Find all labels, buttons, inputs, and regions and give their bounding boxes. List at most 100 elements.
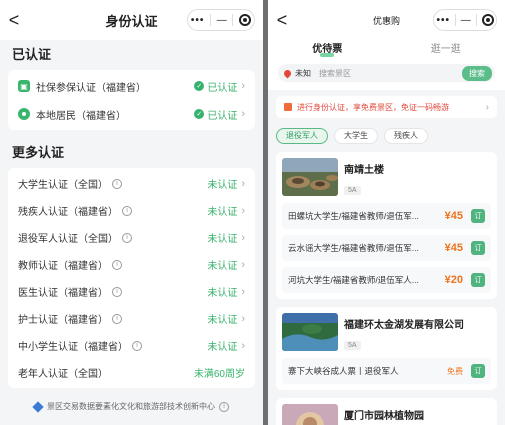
status-text: 未认证 bbox=[207, 315, 238, 326]
venue-name: 福建环太金湖发展有限公司 bbox=[344, 320, 464, 331]
info-icon[interactable]: i bbox=[112, 286, 122, 297]
venue-photo bbox=[282, 158, 338, 196]
chevron-right-icon: › bbox=[485, 101, 489, 113]
ticket-price: ¥20 bbox=[444, 274, 463, 286]
ticket-price: ¥45 bbox=[444, 210, 463, 222]
book-button[interactable]: 订 bbox=[471, 209, 485, 223]
status-text: 未认证 bbox=[207, 288, 238, 299]
minimize-icon[interactable]: — bbox=[461, 15, 471, 26]
status-text: 未认证 bbox=[207, 207, 238, 218]
status-text: 已认证 bbox=[207, 110, 238, 122]
ticket-name: 寨下大峡谷成人票丨退役军人 bbox=[288, 366, 399, 376]
venue-photo bbox=[282, 313, 338, 351]
back-button[interactable]: < bbox=[0, 10, 28, 31]
verify-item-disabled[interactable]: 残疾人认证（福建省） i 未认证 › bbox=[8, 197, 255, 224]
search-area: 未知 搜索景区 搜索 bbox=[268, 60, 505, 90]
id-card-icon: ▣ bbox=[18, 80, 30, 92]
search-input[interactable]: 搜索景区 bbox=[319, 68, 462, 79]
venue-card[interactable]: 厦门市园林植物园 bbox=[276, 398, 497, 425]
minimize-icon[interactable]: — bbox=[217, 15, 227, 26]
verified-item-local-resident[interactable]: 本地居民（福建省） ✓ 已认证 › bbox=[8, 100, 255, 128]
chevron-right-icon: › bbox=[241, 339, 245, 352]
megaphone-icon bbox=[284, 103, 292, 111]
item-label: 残疾人认证（福建省） bbox=[18, 207, 118, 218]
info-icon[interactable]: i bbox=[112, 313, 122, 324]
status-text: 未认证 bbox=[207, 180, 238, 191]
venue-card[interactable]: 南靖土楼 5A 田螺坑大学生/福建省教师/退伍军... ¥45 订 云水谣大学生… bbox=[276, 152, 497, 299]
book-button[interactable]: 订 bbox=[471, 364, 485, 378]
book-button[interactable]: 订 bbox=[471, 273, 485, 287]
verify-item-veteran[interactable]: 退役军人认证（全国） i 未认证 › bbox=[8, 224, 255, 251]
chip-veteran[interactable]: 退役军人 bbox=[276, 128, 328, 144]
close-miniprogram-icon[interactable] bbox=[239, 14, 252, 26]
venue-photo bbox=[282, 404, 338, 425]
verify-item-nurse[interactable]: 护士认证（福建省） i 未认证 › bbox=[8, 305, 255, 332]
chevron-right-icon: › bbox=[241, 258, 245, 271]
ticket-name: 河坑大学生/福建省教师/退伍军人... bbox=[288, 275, 419, 285]
chevron-right-icon: › bbox=[241, 285, 245, 298]
chip-disabled[interactable]: 残疾人 bbox=[384, 128, 428, 144]
info-icon[interactable]: i bbox=[122, 232, 132, 243]
ticket-row[interactable]: 田螺坑大学生/福建省教师/退伍军... ¥45 订 bbox=[282, 203, 491, 229]
venue-card[interactable]: 福建环太金湖发展有限公司 5A 寨下大峡谷成人票丨退役军人 免费 订 bbox=[276, 307, 497, 390]
chevron-right-icon: › bbox=[241, 231, 245, 244]
venue-grade-badge: 5A bbox=[344, 186, 361, 195]
venue-name: 南靖土楼 bbox=[344, 165, 384, 176]
item-label: 本地居民（福建省） bbox=[36, 110, 126, 122]
info-icon[interactable]: i bbox=[112, 178, 122, 189]
verify-item-school-student[interactable]: 中小学生认证（福建省） i 未认证 › bbox=[8, 332, 255, 359]
item-label: 医生认证（福建省） bbox=[18, 288, 108, 299]
info-icon[interactable]: i bbox=[219, 401, 229, 412]
tab-browse[interactable]: 逛一逛 bbox=[387, 40, 505, 55]
ticket-name: 田螺坑大学生/福建省教师/退伍军... bbox=[288, 211, 419, 221]
tab-discount-tickets[interactable]: 优待票 bbox=[268, 40, 387, 57]
ticket-row[interactable]: 云水谣大学生/福建省教师/退伍军... ¥45 订 bbox=[282, 235, 491, 261]
verified-list: ▣ 社保参保认证（福建省） ✓ 已认证 › 本地居民（福建省） ✓ 已认证 › bbox=[8, 70, 255, 130]
info-icon[interactable]: i bbox=[112, 259, 122, 270]
verify-item-doctor[interactable]: 医生认证（福建省） i 未认证 › bbox=[8, 278, 255, 305]
more-menu-icon[interactable]: ••• bbox=[191, 15, 205, 26]
more-menu-icon[interactable]: ••• bbox=[436, 15, 450, 26]
mini-program-capsule: ••• — bbox=[433, 9, 497, 31]
close-miniprogram-icon[interactable] bbox=[481, 14, 494, 26]
verified-item-social-security[interactable]: ▣ 社保参保认证（福建省） ✓ 已认证 › bbox=[8, 72, 255, 100]
search-bar: 未知 搜索景区 搜索 bbox=[278, 64, 495, 82]
verify-item-teacher[interactable]: 教师认证（福建省） i 未认证 › bbox=[8, 251, 255, 278]
filter-chips: 退役军人 大学生 残疾人 bbox=[268, 118, 505, 144]
status-text: 未认证 bbox=[207, 234, 238, 245]
check-icon: ✓ bbox=[194, 109, 205, 119]
search-button[interactable]: 搜索 bbox=[462, 65, 492, 81]
discount-purchase-screen: < 优惠购 ••• — 优待票 逛一逛 未知 搜索景区 搜索 进行身份认证，享免… bbox=[268, 0, 505, 425]
identity-verification-screen: < 身份认证 ••• — 已认证 ▣ 社保参保认证（福建省） ✓ 已认证 › 本地居… bbox=[0, 0, 263, 425]
book-button[interactable]: 订 bbox=[471, 241, 485, 255]
status-text: 未认证 bbox=[207, 261, 238, 272]
chip-college-student[interactable]: 大学生 bbox=[334, 128, 378, 144]
ticket-name: 云水谣大学生/福建省教师/退伍军... bbox=[288, 243, 419, 253]
verify-item-college-student[interactable]: 大学生认证（全国） i 未认证 › bbox=[8, 170, 255, 197]
banner-text: 进行身份认证，享免费景区，免证一码畅游 bbox=[297, 102, 449, 112]
ticket-price: 免费 bbox=[447, 366, 463, 376]
status-text: 未满60周岁 bbox=[193, 369, 245, 380]
capsule-divider bbox=[232, 14, 234, 26]
item-label: 护士认证（福建省） bbox=[18, 315, 108, 326]
venue-grade-badge: 5A bbox=[344, 341, 361, 350]
mini-program-capsule: ••• — bbox=[187, 9, 255, 31]
info-icon[interactable]: i bbox=[132, 340, 142, 351]
logo-icon bbox=[32, 400, 44, 413]
ticket-row[interactable]: 寨下大峡谷成人票丨退役军人 免费 订 bbox=[282, 358, 491, 384]
chevron-right-icon: › bbox=[241, 204, 245, 217]
city-selector[interactable]: 未知 bbox=[295, 68, 311, 79]
verify-item-senior[interactable]: 老年人认证（全国） 未满60周岁 bbox=[8, 359, 255, 386]
venue-name: 厦门市园林植物园 bbox=[344, 411, 424, 422]
ticket-row[interactable]: 河坑大学生/福建省教师/退伍军人... ¥20 订 bbox=[282, 267, 491, 293]
chevron-right-icon: › bbox=[241, 312, 245, 325]
capsule-divider bbox=[454, 14, 456, 26]
nav-bar: < 优惠购 ••• — bbox=[268, 0, 505, 40]
info-icon[interactable]: i bbox=[122, 205, 132, 216]
verification-banner[interactable]: 进行身份认证，享免费景区，免证一码畅游 › bbox=[276, 96, 497, 118]
footer-note: 景区交易数据要素化文化和旅游部技术创新中心 i bbox=[0, 400, 263, 413]
back-button[interactable]: < bbox=[268, 10, 296, 31]
location-icon bbox=[282, 68, 293, 78]
nav-bar: < 身份认证 ••• — bbox=[0, 0, 263, 40]
tab-bar: 优待票 逛一逛 bbox=[268, 40, 505, 60]
